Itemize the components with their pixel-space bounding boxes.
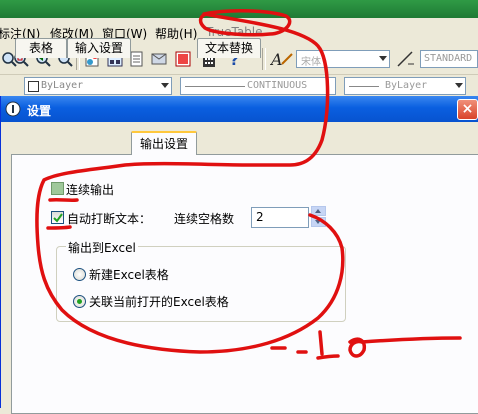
excel-group-title: 输出到Excel <box>66 239 138 256</box>
continuous-output-label: 连续输出 <box>66 183 115 197</box>
font-combo[interactable]: 宋体 <box>296 50 390 68</box>
app-icon <box>5 101 21 117</box>
continuous-output-checkbox[interactable] <box>51 182 64 195</box>
link-excel-label: 关联当前打开的Excel表格 <box>89 295 229 309</box>
spin-up-button[interactable] <box>311 206 326 216</box>
chevron-up-icon <box>315 209 321 213</box>
dialog-title: 设置 <box>27 104 52 118</box>
svg-text:A: A <box>270 50 283 68</box>
dialog-titlebar[interactable]: 设置 × <box>1 96 478 122</box>
spin-down-button[interactable] <box>311 217 326 227</box>
menu-truetable[interactable]: TrueTable <box>206 25 263 39</box>
tab-table[interactable]: 表格 <box>15 38 67 58</box>
text-style-icon[interactable]: A <box>270 50 294 68</box>
tab-text-replace[interactable]: 文本替换 <box>197 38 261 58</box>
close-button[interactable]: × <box>457 99 478 120</box>
toolbar-separator <box>262 48 266 70</box>
lineweight-sample <box>349 86 379 87</box>
app-titlebar <box>0 0 478 18</box>
spaces-count-input[interactable]: 2 <box>251 207 309 228</box>
auto-break-label: 自动打断文本： <box>67 212 152 226</box>
tab-output-settings[interactable]: 输出设置 <box>131 131 197 155</box>
chevron-down-icon <box>315 220 321 224</box>
properties-toolbar: ByLayer CONTINUOUS ByLayer <box>0 75 478 97</box>
tab-input-settings[interactable]: 输入设置 <box>67 38 131 58</box>
link-excel-radio[interactable] <box>73 295 86 308</box>
linetype-sample <box>185 86 245 87</box>
dimension-style-icon[interactable] <box>396 50 416 68</box>
new-excel-label: 新建Excel表格 <box>89 268 169 282</box>
markup-set-icon[interactable] <box>174 50 192 68</box>
sheet-set-icon[interactable] <box>150 50 168 68</box>
color-swatch <box>28 81 39 92</box>
new-excel-radio[interactable] <box>73 268 86 281</box>
excel-output-group <box>56 246 346 322</box>
spaces-count-label: 连续空格数 <box>174 212 235 226</box>
menu-help[interactable]: 帮助(H) <box>155 25 197 42</box>
dimension-style-combo[interactable]: STANDARD <box>420 50 478 68</box>
lineweight-combo[interactable]: ByLayer <box>344 77 466 95</box>
linetype-combo[interactable]: CONTINUOUS <box>180 77 336 95</box>
auto-break-checkbox[interactable] <box>51 211 64 224</box>
color-combo[interactable]: ByLayer <box>24 77 172 95</box>
checkmark-icon <box>53 213 63 223</box>
radio-selected-dot <box>77 299 82 304</box>
